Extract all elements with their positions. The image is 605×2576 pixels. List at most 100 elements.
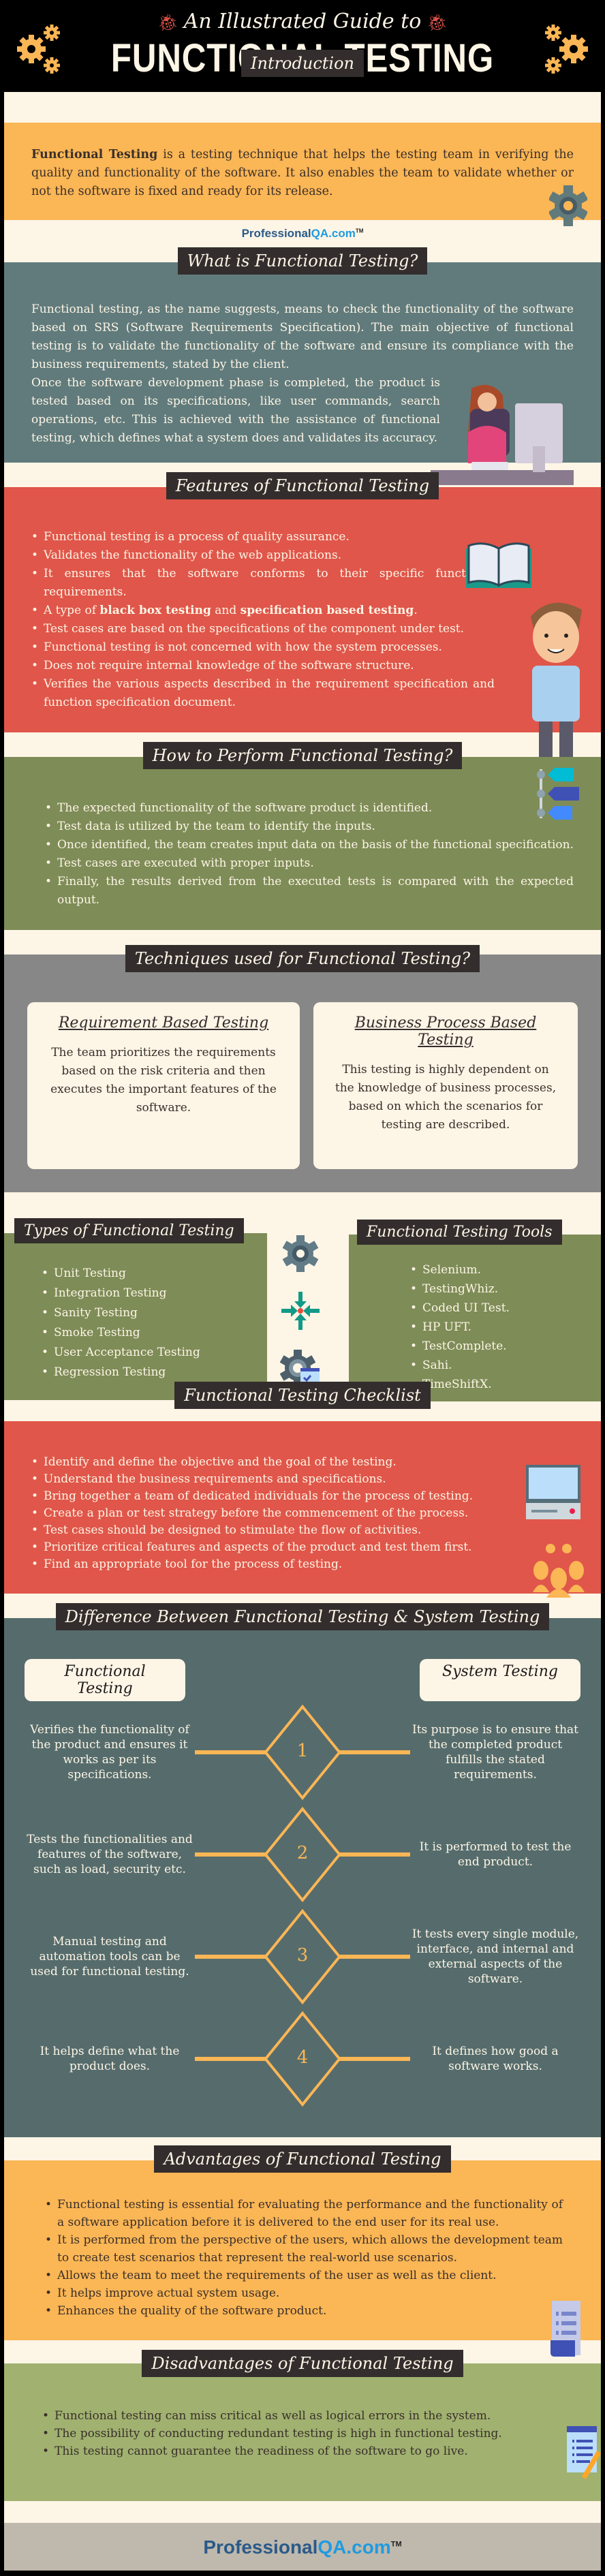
card-title: Requirement Based Testing bbox=[58, 1014, 269, 1031]
timeline-tags-icon bbox=[537, 768, 579, 820]
system-testing-point: Its purpose is to ensure that the comple… bbox=[412, 1723, 578, 1782]
list-item: Enhances the quality of the software pro… bbox=[45, 2302, 563, 2320]
functional-testing-point: Verifies the functionality of the produc… bbox=[30, 1723, 189, 1782]
how-list: The expected functionality of the softwa… bbox=[45, 799, 574, 910]
list-item: Test cases are executed with proper inpu… bbox=[45, 854, 574, 873]
list-item: Once identified, the team creates input … bbox=[45, 836, 574, 854]
card-text: The team prioritizes the requirements ba… bbox=[50, 1046, 277, 1115]
functional-testing-point: It helps define what the product does. bbox=[40, 2045, 180, 2073]
system-testing-point: It defines how good a software works. bbox=[432, 2045, 559, 2073]
list-item: Test data is utilized by the team to ide… bbox=[45, 818, 574, 836]
list-item: TestingWhiz. bbox=[410, 1279, 601, 1299]
list-item: This testing cannot guarantee the readin… bbox=[42, 2442, 574, 2460]
what-para-2: Once the software development phase is c… bbox=[31, 376, 440, 445]
section-heading: Techniques used for Functional Testing? bbox=[125, 945, 480, 972]
disadvantages-section: Disadvantages of Functional Testing Func… bbox=[4, 2340, 601, 2501]
card-text: This testing is highly dependent on the … bbox=[335, 1063, 557, 1132]
comparison-row: It helps define what the product does. 4 I… bbox=[25, 2008, 580, 2110]
list-item: Finally, the results derived from the ex… bbox=[45, 873, 574, 910]
focus-arrows-icon bbox=[281, 1292, 320, 1330]
woman-at-computer-illustration bbox=[431, 384, 574, 485]
list-item: Understand the business requirements and… bbox=[31, 1471, 522, 1488]
subtitle-text: An Illustrated Guide to bbox=[183, 10, 422, 33]
section-heading: What is Functional Testing? bbox=[177, 247, 428, 275]
list-item: Regression Testing bbox=[42, 1363, 267, 1382]
list-item: Functional testing is essential for eval… bbox=[45, 2196, 563, 2231]
middle-icons bbox=[279, 1233, 321, 1398]
list-item: Selenium. bbox=[410, 1260, 601, 1279]
list-item: It is performed from the perspective of … bbox=[45, 2231, 563, 2267]
list-item: Does not require internal knowledge of t… bbox=[31, 657, 495, 675]
footer-logo: ProfessionalQA.comTM bbox=[203, 2536, 402, 2558]
list-item: Verifies the various aspects described i… bbox=[31, 675, 495, 712]
list-item: Identify and define the objective and th… bbox=[31, 1454, 522, 1471]
techniques-section: Techniques used for Functional Testing? … bbox=[4, 945, 601, 1192]
connector: 1 bbox=[195, 1701, 410, 1803]
list-item: It ensures that the software conforms to… bbox=[31, 565, 495, 602]
connector: 4 bbox=[195, 2008, 410, 2110]
how-section: How to Perform Functional Testing? The e… bbox=[4, 742, 601, 930]
checklist-list: Identify and define the objective and th… bbox=[31, 1454, 522, 1573]
functional-testing-point: Manual testing and automation tools can … bbox=[30, 1935, 189, 1978]
list-item: Functional testing is not concerned with… bbox=[31, 638, 495, 657]
features-section: Features of Functional Testing Functiona… bbox=[4, 472, 601, 769]
tools-panel: Functional Testing Tools Selenium. Testi… bbox=[349, 1220, 601, 1401]
disadvantages-list: Functional testing can miss critical as … bbox=[42, 2407, 574, 2460]
list-item: TestComplete. bbox=[410, 1337, 601, 1356]
list-item: User Acceptance Testing bbox=[42, 1343, 267, 1363]
list-item: Functional testing is a process of quali… bbox=[31, 528, 495, 546]
infographic: 🐞︎ An Illustrated Guide to 🐞︎ FUNCTIONAL T… bbox=[0, 0, 605, 2576]
section-heading: Difference Between Functional Testing & … bbox=[55, 1603, 550, 1630]
what-section: What is Functional Testing? Functional t… bbox=[4, 247, 601, 485]
difference-section: Difference Between Functional Testing & … bbox=[4, 1594, 601, 2137]
intro-section: Introduction Functional Testing is a tes… bbox=[4, 50, 601, 262]
features-list: Functional testing is a process of quali… bbox=[31, 528, 495, 712]
technique-card: Business Process Based Testing This test… bbox=[313, 1002, 578, 1169]
card-title: Business Process Based Testing bbox=[354, 1014, 537, 1049]
comparison-header: Functional Testing System Testing bbox=[25, 1659, 580, 1701]
connector: 2 bbox=[195, 1803, 410, 1906]
column-title-functional: Functional Testing bbox=[25, 1659, 185, 1701]
types-tools-section: Types of Functional Testing Unit Testing… bbox=[4, 1192, 601, 1401]
list-item: Test cases should be designed to stimula… bbox=[31, 1522, 522, 1539]
section-heading: Functional Testing Checklist bbox=[174, 1382, 431, 1409]
types-list: Unit Testing Integration Testing Sanity … bbox=[42, 1264, 267, 1382]
section-heading: Features of Functional Testing bbox=[166, 472, 439, 499]
tools-list: Selenium. TestingWhiz. Coded UI Test. HP… bbox=[410, 1260, 601, 1394]
list-item: Unit Testing bbox=[42, 1264, 267, 1284]
gears-icon bbox=[545, 25, 588, 74]
row-number: 4 bbox=[296, 2047, 309, 2068]
comparison-rows: Verifies the functionality of the produc… bbox=[25, 1701, 580, 2110]
header-subtitle: 🐞︎ An Illustrated Guide to 🐞︎ bbox=[4, 10, 601, 33]
panel-heading: Types of Functional Testing bbox=[14, 1218, 244, 1243]
bug-icon: 🐞︎ bbox=[426, 13, 448, 32]
row-number: 3 bbox=[296, 1945, 309, 1966]
intro-bold: Functional Testing bbox=[31, 148, 158, 161]
man-illustration bbox=[531, 602, 582, 769]
what-para-1: Functional testing, as the name suggests… bbox=[31, 302, 574, 371]
gear-icon bbox=[549, 185, 587, 226]
list-item: Find an appropriate tool for the process… bbox=[31, 1556, 522, 1573]
footer: ProfessionalQA.comTM bbox=[4, 2523, 601, 2571]
list-item: Test cases are based on the specificatio… bbox=[31, 620, 495, 638]
row-number: 1 bbox=[296, 1741, 309, 1761]
list-item: Integration Testing bbox=[42, 1284, 267, 1303]
computer-icon bbox=[526, 1465, 580, 1519]
list-item: It helps improve actual system usage. bbox=[45, 2284, 563, 2302]
list-item: Create a plan or test strategy before th… bbox=[31, 1505, 522, 1522]
system-testing-point: It is performed to test the end product. bbox=[419, 1840, 572, 1869]
list-item: Validates the functionality of the web a… bbox=[31, 546, 495, 565]
notepad-pencil-icon bbox=[567, 2426, 601, 2479]
list-item: Bring together a team of dedicated indiv… bbox=[31, 1488, 522, 1505]
advantages-section: Advantages of Functional Testing Functio… bbox=[4, 2137, 601, 2357]
column-title-system: System Testing bbox=[420, 1659, 580, 1701]
section-heading: How to Perform Functional Testing? bbox=[142, 742, 463, 769]
system-testing-point: It tests every single module, interface,… bbox=[412, 1927, 579, 1986]
checklist-section: Functional Testing Checklist Identify an… bbox=[4, 1382, 601, 1598]
logo-text: ProfessionalQA.comTM bbox=[241, 227, 364, 240]
list-item: TimeShiftX. bbox=[410, 1375, 601, 1394]
functional-testing-point: Tests the functionalities and features o… bbox=[27, 1833, 193, 1876]
panel-heading: Functional Testing Tools bbox=[357, 1220, 562, 1245]
row-number: 2 bbox=[296, 1843, 309, 1863]
gear-icon bbox=[282, 1235, 319, 1272]
